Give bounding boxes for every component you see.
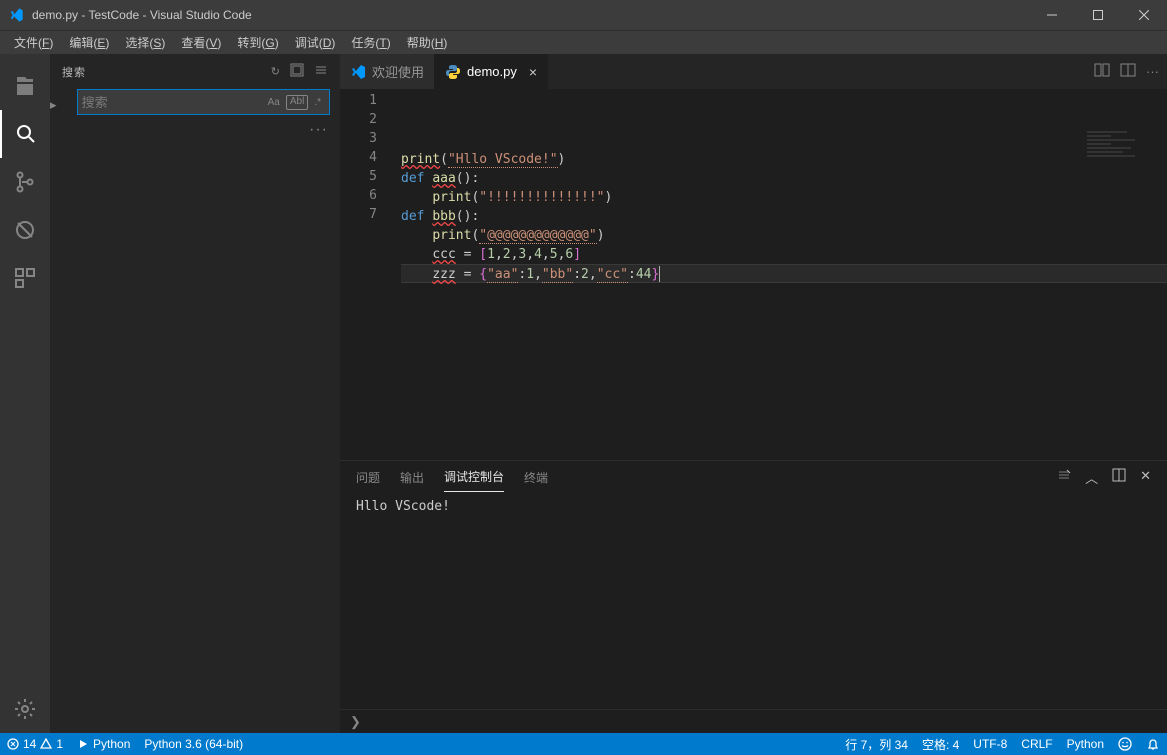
vscode-icon <box>8 7 24 23</box>
settings-icon[interactable] <box>0 685 50 733</box>
play-icon <box>77 738 89 750</box>
extensions-icon[interactable] <box>0 254 50 302</box>
maximize-button[interactable] <box>1075 0 1121 30</box>
whole-word-toggle[interactable]: Abl <box>286 95 308 110</box>
status-eol[interactable]: CRLF <box>1014 733 1059 755</box>
debug-console-input[interactable]: ❯ <box>340 709 1167 733</box>
debug-console-output: Hllo VScode! <box>340 493 1167 709</box>
python-file-icon <box>445 64 461 80</box>
status-debug-target[interactable]: Python <box>70 733 137 755</box>
menu-item[interactable]: 选择(S) <box>117 32 173 53</box>
split-editor-icon[interactable] <box>1120 62 1136 81</box>
title-bar: demo.py - TestCode - Visual Studio Code <box>0 0 1167 30</box>
warning-icon <box>40 738 52 750</box>
search-activity-icon[interactable] <box>0 110 50 158</box>
clear-icon[interactable] <box>314 63 328 80</box>
menu-item[interactable]: 帮助(H) <box>399 32 456 53</box>
error-icon <box>7 738 19 750</box>
status-bar: 14 1 Python Python 3.6 (64-bit) 行 7，列 34… <box>0 733 1167 755</box>
editor-tabs: 欢迎使用 demo.py × ··· <box>340 54 1167 89</box>
panel-maximize-icon[interactable] <box>1112 468 1126 487</box>
menu-item[interactable]: 查看(V) <box>173 32 229 53</box>
compare-icon[interactable] <box>1094 62 1110 81</box>
status-feedback-icon[interactable] <box>1111 733 1139 755</box>
menu-item[interactable]: 编辑(E) <box>61 32 117 53</box>
status-errors[interactable]: 14 1 <box>0 733 70 755</box>
refresh-icon[interactable]: ↻ <box>271 65 280 78</box>
menu-item[interactable]: 调试(D) <box>287 32 344 53</box>
sidebar-title: 搜索 <box>62 64 261 80</box>
status-mode[interactable]: Python <box>1060 733 1111 755</box>
bottom-panel: 问题 输出 调试控制台 终端 ︿ ✕ Hllo VScode! ❯ <box>340 460 1167 733</box>
status-notifications-icon[interactable] <box>1139 733 1167 755</box>
panel-tab-debug-console[interactable]: 调试控制台 <box>444 462 504 492</box>
panel-tab-problems[interactable]: 问题 <box>356 463 380 492</box>
editor-body[interactable]: 1234567 print("Hllo VScode!")def aaa(): … <box>340 89 1167 460</box>
panel-tab-output[interactable]: 输出 <box>400 463 424 492</box>
search-more-icon[interactable]: ··· <box>50 121 340 139</box>
status-python-version[interactable]: Python 3.6 (64-bit) <box>137 733 250 755</box>
close-button[interactable] <box>1121 0 1167 30</box>
minimap[interactable] <box>1087 93 1167 153</box>
line-gutter: 1234567 <box>340 89 395 460</box>
close-tab-icon[interactable]: × <box>529 64 537 80</box>
tab-welcome[interactable]: 欢迎使用 <box>340 54 435 89</box>
status-indent[interactable]: 空格: 4 <box>915 733 966 755</box>
menu-bar: 文件(F)编辑(E)选择(S)查看(V)转到(G)调试(D)任务(T)帮助(H) <box>0 30 1167 54</box>
panel-close-icon[interactable]: ✕ <box>1140 468 1151 487</box>
activity-bar <box>0 54 50 733</box>
tab-label: 欢迎使用 <box>372 62 424 81</box>
menu-item[interactable]: 转到(G) <box>229 32 286 53</box>
menu-item[interactable]: 文件(F) <box>6 32 61 53</box>
match-case-toggle[interactable]: Aa <box>264 95 284 110</box>
vscode-icon <box>350 64 366 80</box>
toggle-replace-icon[interactable]: ▸ <box>50 97 57 113</box>
debug-icon[interactable] <box>0 206 50 254</box>
regex-toggle[interactable]: .* <box>310 95 325 110</box>
panel-tab-terminal[interactable]: 终端 <box>524 463 548 492</box>
status-cursor[interactable]: 行 7，列 34 <box>838 733 915 755</box>
search-sidebar: 搜索 ↻ ▸ Aa Abl .* ··· <box>50 54 340 733</box>
tab-demo[interactable]: demo.py × <box>435 54 548 89</box>
code-content[interactable]: print("Hllo VScode!")def aaa(): print("!… <box>395 89 1167 460</box>
source-control-icon[interactable] <box>0 158 50 206</box>
menu-item[interactable]: 任务(T) <box>343 32 398 53</box>
window-title: demo.py - TestCode - Visual Studio Code <box>32 8 1029 22</box>
search-input[interactable] <box>78 95 262 110</box>
more-actions-icon[interactable]: ··· <box>1146 64 1159 79</box>
panel-up-icon[interactable]: ︿ <box>1085 468 1098 487</box>
collapse-icon[interactable] <box>290 63 304 80</box>
editor-area: 欢迎使用 demo.py × ··· 1234567 print("Hllo V… <box>340 54 1167 733</box>
prompt-icon: ❯ <box>350 714 361 730</box>
explorer-icon[interactable] <box>0 62 50 110</box>
status-encoding[interactable]: UTF-8 <box>966 733 1014 755</box>
search-input-container: Aa Abl .* <box>77 89 330 115</box>
tab-label: demo.py <box>467 64 517 79</box>
minimize-button[interactable] <box>1029 0 1075 30</box>
clear-console-icon[interactable] <box>1057 468 1071 487</box>
